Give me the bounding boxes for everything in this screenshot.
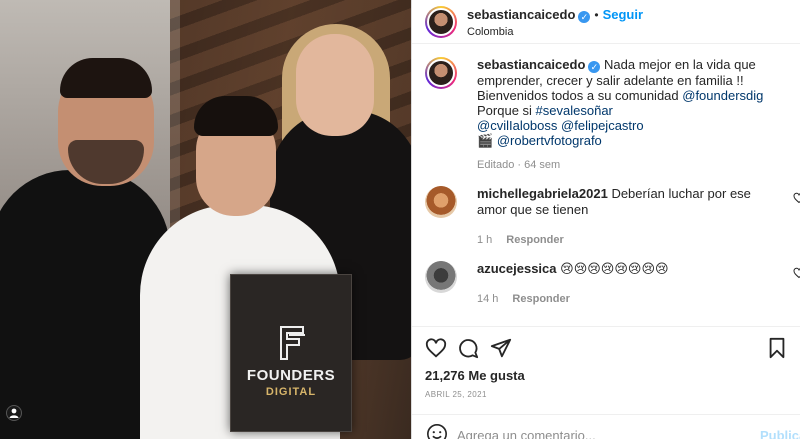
comment-item: azucejessica 😢😢😢😢😢😢😢😢 14 h Responder	[412, 261, 800, 307]
post-action-bar	[412, 326, 800, 366]
camera-emoji: 🎬	[477, 133, 494, 148]
comment-time[interactable]: 1 h	[477, 234, 492, 246]
comment-item: michellegabriela2021 Deberían luchar por…	[412, 186, 800, 248]
verified-badge-icon: ✓	[578, 10, 591, 23]
comment-actions: 14 h Responder	[477, 291, 777, 307]
comment-bubble-icon[interactable]	[457, 337, 479, 359]
comment-body: azucejessica 😢😢😢😢😢😢😢😢 14 h Responder	[477, 261, 777, 307]
likes-label: Me gusta	[468, 368, 525, 383]
young-man-hair	[194, 96, 278, 136]
comment-composer: Agrega un comentario... Publica	[412, 414, 800, 439]
likes-count[interactable]: 21,276 Me gusta	[425, 368, 525, 383]
verified-badge-icon: ✓	[588, 61, 601, 73]
author-username[interactable]: sebastiancaicedo	[467, 7, 575, 22]
commenter-avatar[interactable]	[425, 186, 457, 218]
follow-button[interactable]: Seguir	[603, 7, 643, 22]
reply-button[interactable]: Responder	[506, 234, 563, 246]
tagged-users-icon[interactable]	[6, 405, 22, 421]
author-avatar[interactable]	[425, 5, 457, 38]
share-paper-plane-icon[interactable]	[490, 337, 512, 359]
like-comment-heart-icon[interactable]	[793, 192, 800, 204]
save-bookmark-icon[interactable]	[766, 337, 788, 359]
man-left-hair	[60, 58, 152, 98]
mention-felipejcastro[interactable]: @felipejcastro	[561, 118, 644, 133]
caption-line2: Bienvenidos todos a su comunidad	[477, 88, 683, 103]
separator-dot: •	[594, 7, 599, 22]
post-caption: sebastiancaicedo ✓ Nada mejor en la vida …	[412, 57, 777, 173]
mention-robertvfotografo[interactable]: @robertvfotografo	[497, 133, 602, 148]
caption-author-username[interactable]: sebastiancaicedo	[477, 57, 585, 72]
commenter-username[interactable]: azucejessica	[477, 261, 557, 276]
post-side-panel: sebastiancaicedo ✓ • Seguir Colombia sebast…	[411, 0, 800, 439]
emoji-smiley-icon[interactable]	[426, 423, 448, 439]
post-location[interactable]: Colombia	[467, 26, 643, 38]
mention-cvillaloboss[interactable]: @cvilIaloboss	[477, 118, 557, 133]
caption-edited-time: Editado · 64 sem	[477, 159, 561, 171]
woman-face	[296, 34, 374, 136]
caption-text: sebastiancaicedo ✓ Nada mejor en la vida …	[477, 57, 777, 173]
commenter-username[interactable]: michellegabriela2021	[477, 186, 608, 201]
commenter-avatar[interactable]	[425, 261, 457, 293]
comment-text: 😢😢😢😢😢😢😢😢	[560, 261, 669, 276]
caption-author-avatar[interactable]	[425, 57, 457, 89]
likes-number: 21,276	[425, 368, 465, 383]
comment-input[interactable]: Agrega un comentario...	[457, 428, 596, 439]
post-date[interactable]: ABRIL 25, 2021	[425, 390, 487, 399]
comments-scroll-area[interactable]: sebastiancaicedo ✓ Nada mejor en la vida …	[412, 45, 800, 326]
instagram-post-modal: FOUNDERS DIGITAL sebastiancaicedo ✓ • Segui…	[0, 0, 800, 439]
comment-actions: 1 h Responder	[477, 232, 777, 248]
caption-line3: Porque si	[477, 103, 536, 118]
reply-button[interactable]: Responder	[512, 293, 569, 305]
like-comment-heart-icon[interactable]	[793, 267, 800, 279]
publish-button[interactable]: Publica	[760, 428, 800, 439]
founders-logo-icon	[280, 326, 305, 360]
comment-time[interactable]: 14 h	[477, 293, 498, 305]
comment-body: michellegabriela2021 Deberían luchar por…	[477, 186, 777, 248]
post-photo[interactable]: FOUNDERS DIGITAL	[0, 0, 411, 439]
like-heart-icon[interactable]	[425, 337, 447, 359]
mention-foundersdig[interactable]: @foundersdig	[682, 88, 763, 103]
post-header: sebastiancaicedo ✓ • Seguir Colombia	[412, 0, 800, 44]
founders-digital-book: FOUNDERS DIGITAL	[230, 274, 352, 432]
hashtag-link[interactable]: #sevalesoñar	[536, 103, 613, 118]
book-title: FOUNDERS	[246, 367, 336, 384]
book-subtitle: DIGITAL	[265, 386, 317, 398]
